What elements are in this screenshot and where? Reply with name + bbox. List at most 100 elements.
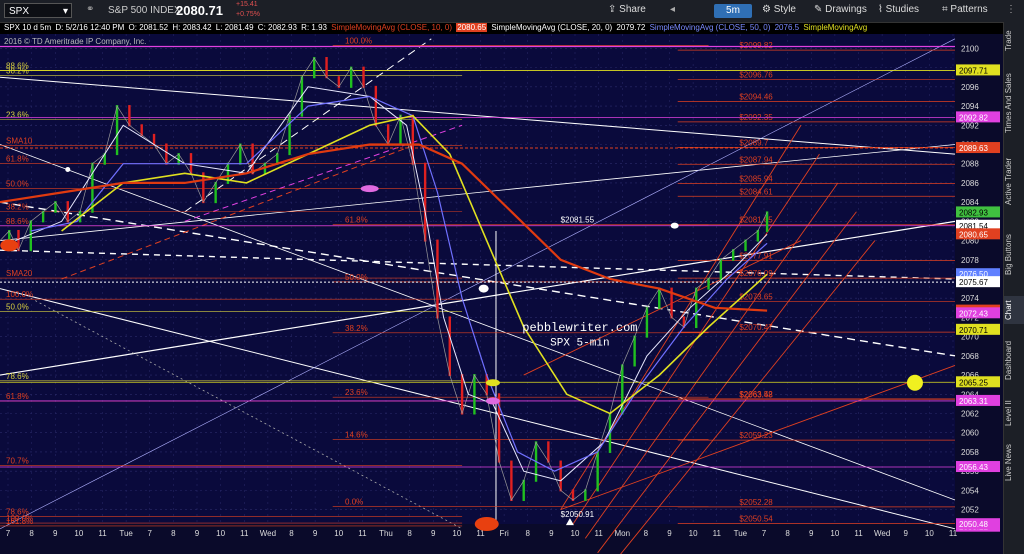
style-icon: ⚙ [762,4,774,15]
x-tick-label: Tue [734,529,748,538]
candle [165,143,168,165]
style-button[interactable]: ⚙ Style [762,4,796,15]
fib-left-label: 38.2% [6,203,29,212]
y-tick-label: 2068 [961,352,979,361]
menu-icon[interactable]: ⋮ [1006,4,1016,15]
candle [313,57,316,79]
marker-yellow-circle [906,374,923,391]
x-tick-label: 10 [571,529,580,538]
price-badge-label: 2072.43 [959,309,988,318]
interval-select[interactable]: 5m [714,4,752,18]
watermark-site: pebblewriter.com [522,321,637,335]
price-badge-label: 2056.43 [959,463,988,472]
fib-level-label: $2084.61 [739,187,773,196]
candle [719,258,723,280]
price-badge-label: 2092.82 [959,113,988,122]
x-tick-label: 7 [762,529,767,538]
price-badge-label: 2070.71 [959,326,988,335]
y-tick-label: 2062 [961,410,979,419]
marker-white-top [670,222,679,229]
fib-level-label: $2094.46 [739,93,773,102]
link-icon[interactable]: ⚭ [86,4,94,15]
sma10-label[interactable]: SimpleMovingAvg (CLOSE, 10, 0) [331,23,452,32]
x-tick-label: Wed [874,529,890,538]
marker-pink-ellipse [360,185,379,193]
price-chart[interactable]: 2052205420562058206020622064206620682070… [0,34,1004,554]
fib-left-label: SMA10 [6,136,33,145]
fib-level-label: $2050.54 [739,515,773,524]
sma100-label[interactable]: SimpleMovingAvg [803,23,867,32]
candle [128,105,131,127]
x-tick-label: 10 [334,529,343,538]
sidebar-tab-trade[interactable]: Trade [1004,24,1024,58]
x-tick-label: Fri [499,529,509,538]
x-tick-label: 9 [549,529,554,538]
candle [547,441,550,463]
fib-mid-label: 14.6% [345,430,368,439]
info-range: R: 1.93 [301,23,327,32]
fib-level-label: $2099.82 [739,41,773,50]
x-tick-label: 10 [216,529,225,538]
fib-level-label: $2052.28 [739,498,773,507]
patterns-button[interactable]: ⌗ Patterns [942,4,988,15]
x-tick-label: 8 [289,529,294,538]
x-tick-label: 10 [74,529,83,538]
price-badge-label: 2063.31 [959,397,988,406]
fib-left-label: SMA20 [6,269,33,278]
x-tick-label: 11 [240,529,249,538]
price-badge-label: 2065.25 [959,378,988,387]
fib-mid-label: 61.8% [345,216,368,225]
price-badge-label: 2050.48 [959,520,988,529]
fib-left-label: 61.8% [6,392,29,401]
top-price-label: $2081.55 [561,216,595,225]
x-tick-label: 11 [358,529,367,538]
symbol-input[interactable]: SPX ▾ [4,3,72,18]
candle [510,460,513,501]
y-tick-label: 2096 [961,83,979,92]
share-button[interactable]: ⇪ Share [608,4,646,15]
info-open: O: 2081.52 [128,23,169,32]
fib-left-label: 100.0% [6,290,33,299]
sma50-label[interactable]: SimpleMovingAvg (CLOSE, 50, 0) [650,23,771,32]
sidebar-tab-level-ii[interactable]: Level II [1004,396,1024,430]
x-tick-label: Tue [119,529,133,538]
marker-pink-ellipse-low [485,397,500,405]
fib-level-label: $2063.48 [739,390,773,399]
marker-white-dot [65,166,71,172]
x-tick-label: 8 [407,529,412,538]
price-badge-label: 2080.65 [959,230,988,239]
sma20-label[interactable]: SimpleMovingAvg (CLOSE, 20, 0) [491,23,612,32]
chevron-left-icon[interactable]: ◂ [670,4,675,15]
info-high: H: 2083.42 [172,23,212,32]
sidebar-tab-dashboard[interactable]: Dashboard [1004,334,1024,386]
fib-level-label: $2089.7 [739,138,768,147]
fib-left-label: 50.0% [6,180,29,189]
sidebar-tab-active-trader[interactable]: Active Trader [1004,148,1024,214]
x-tick-label: Wed [260,529,276,538]
y-tick-label: 2060 [961,429,979,438]
fib-left-label: 23.6% [6,111,29,120]
studies-button[interactable]: ⌇ Studies [878,4,919,15]
sidebar-tab-big-buttons[interactable]: Big Buttons [1004,224,1024,286]
x-tick-label: 8 [526,529,531,538]
y-tick-label: 2058 [961,448,979,457]
x-tick-label: 8 [644,529,649,538]
candle [695,287,698,329]
y-tick-label: 2054 [961,486,979,495]
candle [596,450,599,492]
sidebar-tab-times-and-sales[interactable]: Times And Sales [1004,68,1024,138]
x-tick-label: Thu [379,529,393,538]
x-tick-label: 9 [431,529,436,538]
fib-left-label: 78.6% [6,372,29,381]
drawings-button[interactable]: ✎ Drawings [814,4,867,15]
x-tick-label: 9 [313,529,318,538]
y-tick-label: 2092 [961,121,979,130]
fib-level-label: $2070.47 [739,323,773,332]
sidebar-tab-live-news[interactable]: Live News [1004,440,1024,486]
fib-mid-label: 100.0% [345,37,372,46]
x-tick-label: 10 [452,529,461,538]
fib-left-label: 70.7% [6,456,29,465]
sidebar-tab-chart[interactable]: Chart [1004,296,1024,324]
candle [29,220,33,252]
marker-orange-low [474,517,499,531]
